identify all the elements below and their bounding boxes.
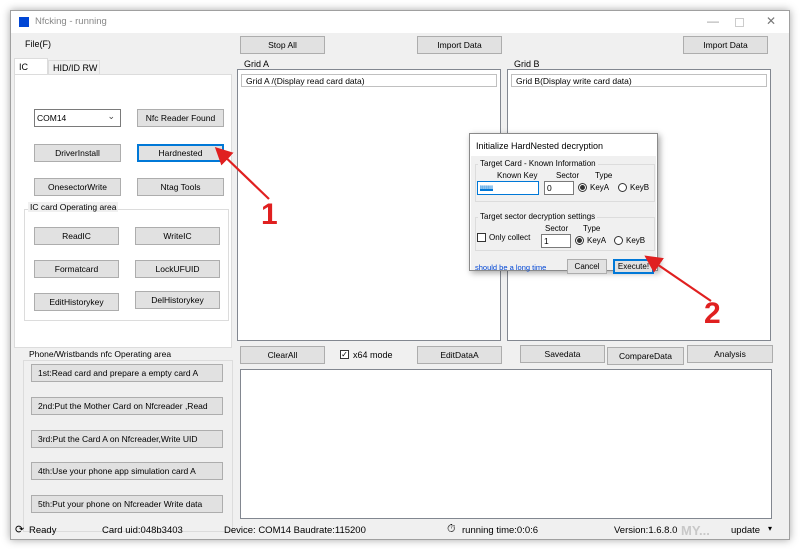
hardnested-dialog: Initialize HardNested decryption Target … (469, 133, 658, 274)
menu-file[interactable]: File(F) (25, 39, 51, 49)
only-collect-label: Only collect (489, 233, 531, 242)
grid-b-title: Grid B (514, 59, 540, 69)
x64-mode-checkbox[interactable]: ✓ (340, 350, 349, 359)
target-key-b-label: KeyB (626, 236, 646, 245)
dialog-cancel-button[interactable]: Cancel (567, 259, 607, 274)
edit-data-a-button[interactable]: EditDataA (417, 346, 502, 364)
key-a-radio[interactable] (578, 183, 587, 192)
window-title: Nfcking - running (35, 16, 107, 27)
phone-step-4-button[interactable]: 4th:Use your phone app simulation card A (31, 462, 223, 480)
status-card-uid: Card uid:048b3403 (102, 525, 183, 536)
hardnested-button[interactable]: Hardnested (137, 144, 224, 162)
analysis-button[interactable]: Analysis (687, 345, 773, 363)
import-data-a-button[interactable]: Import Data (417, 36, 502, 54)
phone-step-2-button[interactable]: 2nd:Put the Mother Card on Nfcreader ,Re… (31, 397, 223, 415)
target-card-group-title: Target Card - Known Information (478, 159, 598, 168)
ntag-tools-button[interactable]: Ntag Tools (137, 178, 224, 196)
compare-data-button[interactable]: CompareData (607, 347, 684, 365)
grid-a-title: Grid A (244, 59, 270, 69)
ic-card-area-title: IC card Operating area (28, 202, 119, 212)
x64-mode-label: x64 mode (353, 350, 393, 360)
dialog-hint: should be a long time (475, 263, 547, 272)
target-type-label: Type (583, 224, 601, 233)
annotation-number-2: 2 (704, 297, 721, 330)
phone-area-title: Phone/Wristbands nfc Operating area (27, 349, 174, 359)
com-port-select[interactable]: COM14 ⌄ (34, 109, 121, 127)
sector-input[interactable]: 0 (544, 181, 574, 195)
key-a-label: KeyA (590, 183, 610, 192)
sector-value: 0 (547, 183, 552, 193)
status-watermark: MY... (681, 523, 710, 538)
status-device: Device: COM14 Baudrate:115200 (224, 525, 366, 536)
tab-ic-label: IC (19, 62, 28, 72)
phone-step-1-button[interactable]: 1st:Read card and prepare a empty card A (31, 364, 223, 382)
known-key-value: ffffffffffff (480, 185, 493, 191)
stop-all-button[interactable]: Stop All (240, 36, 325, 54)
tab-hid-id-rw[interactable]: HID/ID RW (48, 60, 100, 75)
dialog-execute-button[interactable]: Execute! (613, 259, 654, 274)
grid-b-header: Grid B(Display write card data) (511, 74, 767, 87)
save-data-button[interactable]: Savedata (520, 345, 605, 363)
read-ic-button[interactable]: ReadIC (34, 227, 119, 245)
close-icon[interactable]: ✕ (766, 14, 776, 28)
import-data-b-button[interactable]: Import Data (683, 36, 768, 54)
maximize-icon[interactable] (735, 18, 744, 27)
nfc-reader-found-button[interactable]: Nfc Reader Found (137, 109, 224, 127)
format-card-button[interactable]: Formatcard (34, 260, 119, 278)
status-version: Version:1.6.8.0 (614, 525, 678, 536)
sector-settings-group-title: Target sector decryption settings (478, 212, 598, 221)
known-key-input[interactable]: ffffffffffff (477, 181, 539, 195)
known-key-label: Known Key (497, 171, 538, 180)
edit-history-key-button[interactable]: EditHistorykey (34, 293, 119, 311)
clear-all-button[interactable]: ClearAll (240, 346, 325, 364)
key-b-label: KeyB (630, 183, 650, 192)
ic-tab-panel: COM14 ⌄ Nfc Reader Found DriverInstall H… (14, 74, 232, 348)
dialog-title: Initialize HardNested decryption (476, 141, 604, 151)
lock-ufuid-button[interactable]: LockUFUID (135, 260, 220, 278)
sector-label: Sector (556, 171, 580, 180)
driver-install-button[interactable]: DriverInstall (34, 144, 121, 162)
annotation-number-1: 1 (261, 198, 278, 231)
del-history-key-button[interactable]: DelHistorykey (135, 291, 220, 309)
update-chevron-icon[interactable]: ▾ (768, 524, 772, 533)
app-window: Nfcking - running — ✕ File(F) Stop All I… (10, 10, 790, 540)
only-collect-checkbox[interactable] (477, 233, 486, 242)
key-b-radio[interactable] (618, 183, 627, 192)
tab-hid-id-rw-label: HID/ID RW (53, 63, 98, 73)
title-bar: Nfcking - running — ✕ (11, 11, 789, 33)
status-update[interactable]: update (731, 525, 760, 536)
minimize-icon[interactable]: — (707, 14, 719, 28)
log-output-area[interactable] (240, 369, 772, 519)
write-ic-button[interactable]: WriteIC (135, 227, 220, 245)
target-key-a-radio[interactable] (575, 236, 584, 245)
onesector-write-button[interactable]: OnesectorWrite (34, 178, 121, 196)
clock-icon: ⏱ (447, 523, 456, 535)
target-key-a-label: KeyA (587, 236, 607, 245)
phone-step-5-button[interactable]: 5th:Put your phone on Nfcreader Write da… (31, 495, 223, 513)
grid-a-header: Grid A /(Display read card data) (241, 74, 497, 87)
refresh-icon: ⟳ (15, 524, 25, 536)
target-sector-value: 1 (544, 236, 549, 246)
status-running-time: running time:0:0:6 (462, 525, 539, 536)
app-icon (19, 17, 29, 27)
dialog-body: Target Card - Known Information Known Ke… (471, 156, 656, 270)
type-label: Type (595, 171, 613, 180)
target-sector-label: Sector (545, 224, 569, 233)
com-port-value: COM14 (37, 113, 67, 123)
tab-ic[interactable]: IC (14, 58, 48, 75)
chevron-down-icon: ⌄ (107, 111, 115, 121)
status-ready: Ready (29, 525, 57, 536)
phone-step-3-button[interactable]: 3rd:Put the Card A on Nfcreader,Write UI… (31, 430, 223, 448)
target-sector-input[interactable]: 1 (541, 234, 571, 248)
target-key-b-radio[interactable] (614, 236, 623, 245)
